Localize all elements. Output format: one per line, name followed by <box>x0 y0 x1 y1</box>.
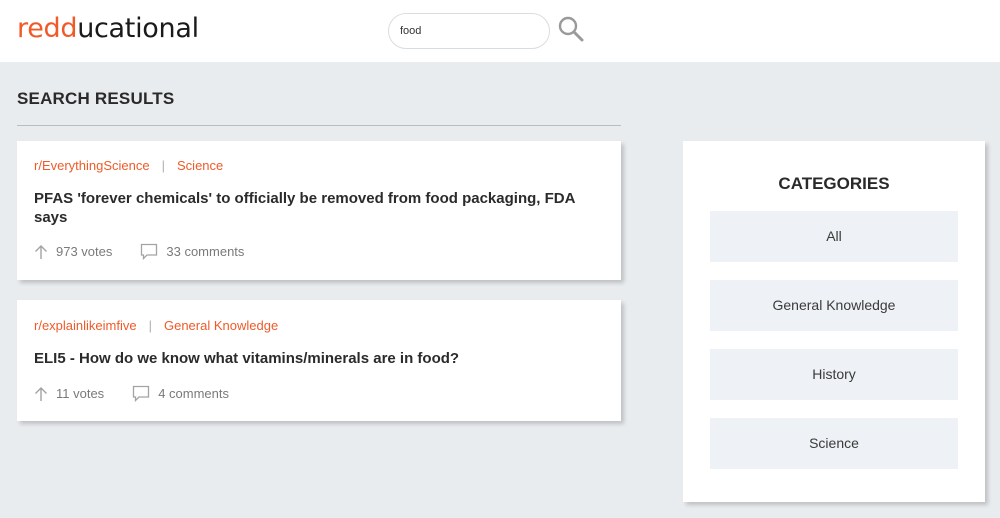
category-all[interactable]: All <box>710 211 958 262</box>
category-general-knowledge[interactable]: General Knowledge <box>710 280 958 331</box>
votes-stat: 973 votes <box>34 244 112 260</box>
search-input[interactable] <box>388 13 550 49</box>
category-science[interactable]: Science <box>710 418 958 469</box>
comment-icon <box>141 243 158 260</box>
category-history[interactable]: History <box>710 349 958 400</box>
post-meta: r/EverythingScience | Science <box>34 158 223 173</box>
subreddit-link[interactable]: r/EverythingScience <box>34 158 150 173</box>
post-title[interactable]: PFAS 'forever chemicals' to officially b… <box>34 189 594 227</box>
votes-count: 11 votes <box>56 386 105 401</box>
search-icon <box>558 16 584 42</box>
result-card[interactable]: r/EverythingScience | Science PFAS 'foreve… <box>17 141 621 280</box>
votes-stat: 11 votes <box>34 386 104 402</box>
categories-title: CATEGORIES <box>778 174 890 193</box>
meta-separator: | <box>161 158 166 173</box>
post-stats: 973 votes 33 comments <box>34 243 244 260</box>
post-meta: r/explainlikeimfive | General Knowledge <box>34 318 278 333</box>
comments-count: 4 comments <box>158 386 229 401</box>
search-button[interactable] <box>556 15 586 45</box>
category-link[interactable]: Science <box>177 158 223 173</box>
comments-count: 33 comments <box>166 244 245 259</box>
divider <box>17 125 621 126</box>
votes-count: 973 votes <box>56 244 113 259</box>
page-title: SEARCH RESULTS <box>17 89 175 108</box>
post-stats: 11 votes 4 comments <box>34 385 229 402</box>
comment-icon <box>133 385 150 402</box>
result-card[interactable]: r/explainlikeimfive | General Knowledge EL… <box>17 300 621 421</box>
comments-stat[interactable]: 4 comments <box>132 385 229 402</box>
logo[interactable]: redducational <box>17 13 199 44</box>
comments-stat[interactable]: 33 comments <box>140 243 244 260</box>
post-title[interactable]: ELI5 - How do we know what vitamins/mine… <box>34 349 594 368</box>
arrow-up-icon[interactable] <box>34 386 48 402</box>
meta-separator: | <box>148 318 152 333</box>
categories-panel: CATEGORIES All General Knowledge History… <box>683 141 985 502</box>
arrow-up-icon[interactable] <box>34 244 48 260</box>
category-link[interactable]: General Knowledge <box>164 318 278 333</box>
header: redducational <box>0 0 1000 62</box>
subreddit-link[interactable]: r/explainlikeimfive <box>34 318 137 333</box>
